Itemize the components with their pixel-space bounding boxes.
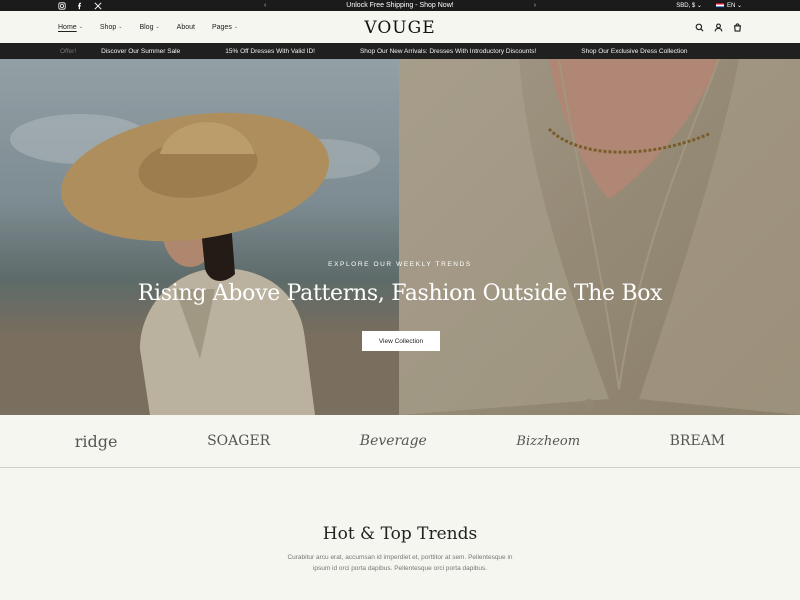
hero-overlay (0, 59, 800, 415)
marquee-item[interactable]: Shop Our Exclusive Dress Collection (581, 48, 687, 55)
promo-text[interactable]: Unlock Free Shipping - Shop Now! (346, 2, 453, 9)
currency-selector[interactable]: SBD, $ ⌄ (676, 2, 702, 9)
hero-title: Rising Above Patterns, Fashion Outside T… (137, 281, 663, 306)
marquee-item[interactable]: 15% Off Dresses With Valid ID! (225, 48, 315, 55)
brand-logo[interactable]: SOAGER (207, 433, 270, 449)
language-label: EN (726, 3, 736, 9)
topbar: ‹ Unlock Free Shipping - Shop Now! › SBD… (0, 0, 800, 11)
nav-label: Home (58, 23, 77, 31)
desc-line-1: Curabitur arcu erat, accumsan id imperdi… (287, 554, 513, 561)
section-description: Curabitur arcu erat, accumsan id imperdi… (0, 552, 800, 574)
currency-label: SBD, $ (676, 3, 696, 9)
nav-item-blog[interactable]: Blog ⌄ (139, 24, 159, 31)
header-actions (695, 22, 742, 32)
chevron-down-icon: ⌄ (233, 24, 239, 30)
hot-trends-section: Hot & Top Trends Curabitur arcu erat, ac… (0, 468, 800, 600)
nav-item-shop[interactable]: Shop ⌄ (100, 24, 123, 31)
locale-selectors: SBD, $ ⌄ EN ⌄ (676, 2, 742, 9)
nav-label: About (176, 23, 195, 31)
desc-line-2: ipsum id orci porta dapibus. Pellentesqu… (312, 565, 488, 572)
announcement-marquee: Offer! Discover Our Summer Sale 15% Off … (0, 43, 800, 59)
main-header: Home ⌄ Shop ⌄ Blog ⌄ About Pages ⌄ VOUGE (0, 11, 800, 43)
marquee-item[interactable]: Discover Our Summer Sale (101, 48, 180, 55)
chevron-down-icon: ⌄ (78, 24, 83, 30)
nav-label: Blog (139, 23, 154, 31)
account-icon[interactable] (714, 22, 723, 32)
chevron-down-icon: ⌄ (155, 24, 160, 30)
brand-logo[interactable]: ridge (75, 432, 118, 451)
brand-logos-strip: ridge SOAGER Beverage Bizzheom BREAM (0, 415, 800, 468)
social-links (58, 1, 102, 10)
chevron-right-icon[interactable]: › (534, 2, 536, 9)
instagram-icon[interactable] (58, 1, 66, 10)
brand-logo[interactable]: Beverage (360, 433, 427, 449)
language-selector[interactable]: EN ⌄ (715, 2, 742, 9)
promo-carousel: ‹ Unlock Free Shipping - Shop Now! › (264, 2, 536, 9)
view-collection-button[interactable]: View Collection (362, 331, 440, 351)
facebook-icon[interactable] (76, 2, 84, 10)
brand-logo[interactable]: BREAM (670, 433, 726, 449)
marquee-item: Offer! (60, 47, 77, 55)
section-title: Hot & Top Trends (322, 524, 478, 544)
hero-eyebrow: EXPLORE OUR WEEKLY TRENDS (328, 261, 472, 268)
x-twitter-icon[interactable] (94, 1, 102, 10)
uk-flag-icon (715, 2, 724, 8)
hero-banner: EXPLORE OUR WEEKLY TRENDS Rising Above P… (0, 59, 800, 415)
marquee-item[interactable]: Shop Our New Arrivals: Dresses With Intr… (360, 48, 536, 55)
nav-label: Shop (99, 23, 117, 31)
nav-item-pages[interactable]: Pages ⌄ (212, 24, 238, 31)
search-icon[interactable] (695, 23, 704, 32)
chevron-down-icon: ⌄ (118, 24, 123, 30)
nav-item-home[interactable]: Home ⌄ (58, 24, 83, 31)
nav-label: Pages (211, 23, 232, 31)
main-nav: Home ⌄ Shop ⌄ Blog ⌄ About Pages ⌄ (58, 24, 238, 31)
chevron-left-icon[interactable]: ‹ (264, 2, 266, 9)
cart-icon[interactable] (733, 22, 742, 32)
site-logo[interactable]: VOUGE (364, 18, 435, 38)
brand-logo[interactable]: Bizzheom (516, 434, 580, 449)
nav-item-about[interactable]: About (177, 24, 195, 31)
